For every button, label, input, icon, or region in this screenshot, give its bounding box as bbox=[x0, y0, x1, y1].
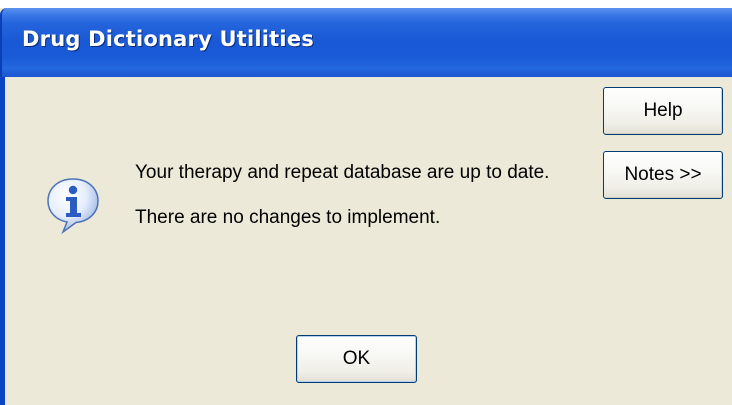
ok-button[interactable]: OK bbox=[296, 335, 417, 383]
message-text: Your therapy and repeat database are up … bbox=[135, 161, 575, 230]
message-dialog: Drug Dictionary Utilities Your therapy a… bbox=[0, 8, 732, 405]
dialog-body: Your therapy and repeat database are up … bbox=[0, 77, 732, 405]
help-button[interactable]: Help bbox=[603, 87, 723, 135]
title-bar[interactable]: Drug Dictionary Utilities bbox=[0, 8, 732, 77]
message-line-2: There are no changes to implement. bbox=[135, 207, 441, 228]
notes-button[interactable]: Notes >> bbox=[603, 151, 723, 199]
information-icon bbox=[43, 175, 103, 235]
message-line-1: Your therapy and repeat database are up … bbox=[135, 162, 550, 183]
window-title: Drug Dictionary Utilities bbox=[22, 27, 314, 51]
